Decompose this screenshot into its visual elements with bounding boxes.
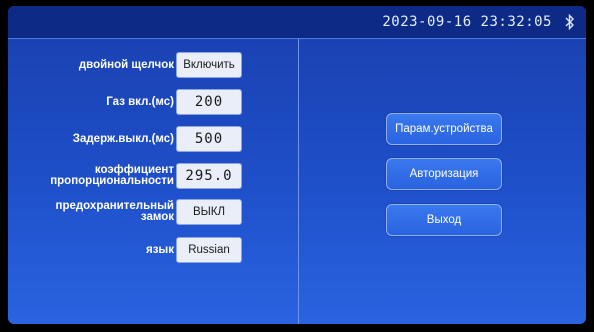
- status-bar: 2023-09-16 23:32:05: [8, 6, 586, 39]
- language-label: язык: [145, 243, 174, 256]
- coefficient-input[interactable]: 295.0: [176, 163, 242, 189]
- off-delay-label: Задерж.выкл.(мс): [72, 132, 174, 145]
- setting-row-safety-lock: предохранительный замок ВЫКЛ: [8, 199, 298, 225]
- device-screen: 2023-09-16 23:32:05 двойной щелчок Включ…: [8, 6, 586, 324]
- device-params-button[interactable]: Парам.устройства: [386, 113, 502, 145]
- safety-lock-toggle[interactable]: ВЫКЛ: [176, 199, 242, 225]
- double-click-toggle[interactable]: Включить: [176, 52, 242, 78]
- setting-row-coefficient: коэффициент пропорциональности 295.0: [8, 163, 298, 189]
- datetime-display: 2023-09-16 23:32:05: [382, 14, 552, 30]
- bluetooth-icon: [565, 13, 574, 31]
- gas-on-label: Газ вкл.(мс): [106, 95, 174, 108]
- setting-row-language: язык Russian: [8, 237, 298, 263]
- off-delay-input[interactable]: 500: [176, 126, 242, 152]
- safety-lock-label: предохранительный замок: [55, 200, 174, 223]
- authorization-button[interactable]: Авторизация: [386, 158, 502, 190]
- coefficient-label: коэффициент пропорциональности: [50, 164, 174, 187]
- gas-on-input[interactable]: 200: [176, 89, 242, 115]
- language-select[interactable]: Russian: [176, 237, 242, 263]
- exit-button[interactable]: Выход: [386, 204, 502, 236]
- setting-row-gas-on: Газ вкл.(мс) 200: [8, 89, 298, 115]
- setting-row-off-delay: Задерж.выкл.(мс) 500: [8, 126, 298, 152]
- panel-divider: [298, 39, 299, 324]
- double-click-label: двойной щелчок: [78, 58, 174, 71]
- setting-row-double-click: двойной щелчок Включить: [8, 52, 298, 78]
